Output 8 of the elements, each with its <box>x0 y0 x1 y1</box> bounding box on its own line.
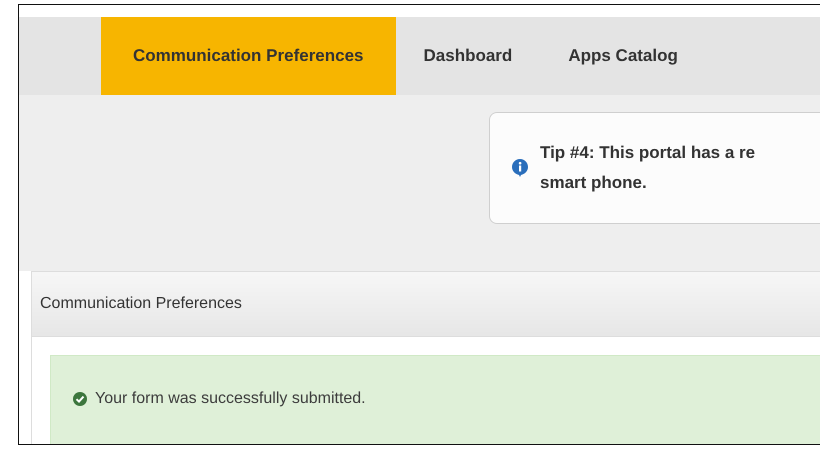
tip-text: Tip #4: This portal has a re smart phone. <box>540 142 756 194</box>
nav-tab[interactable]: Apps Catalog <box>540 17 706 95</box>
info-icon <box>512 159 528 177</box>
check-circle-icon <box>73 392 87 406</box>
alert-message: Your form was successfully submitted. <box>95 390 366 408</box>
nav-tab[interactable]: Dashboard <box>396 17 540 95</box>
nav-tab[interactable]: Communication Preferences <box>101 17 396 95</box>
panel-title: Communication Preferences <box>40 295 242 313</box>
